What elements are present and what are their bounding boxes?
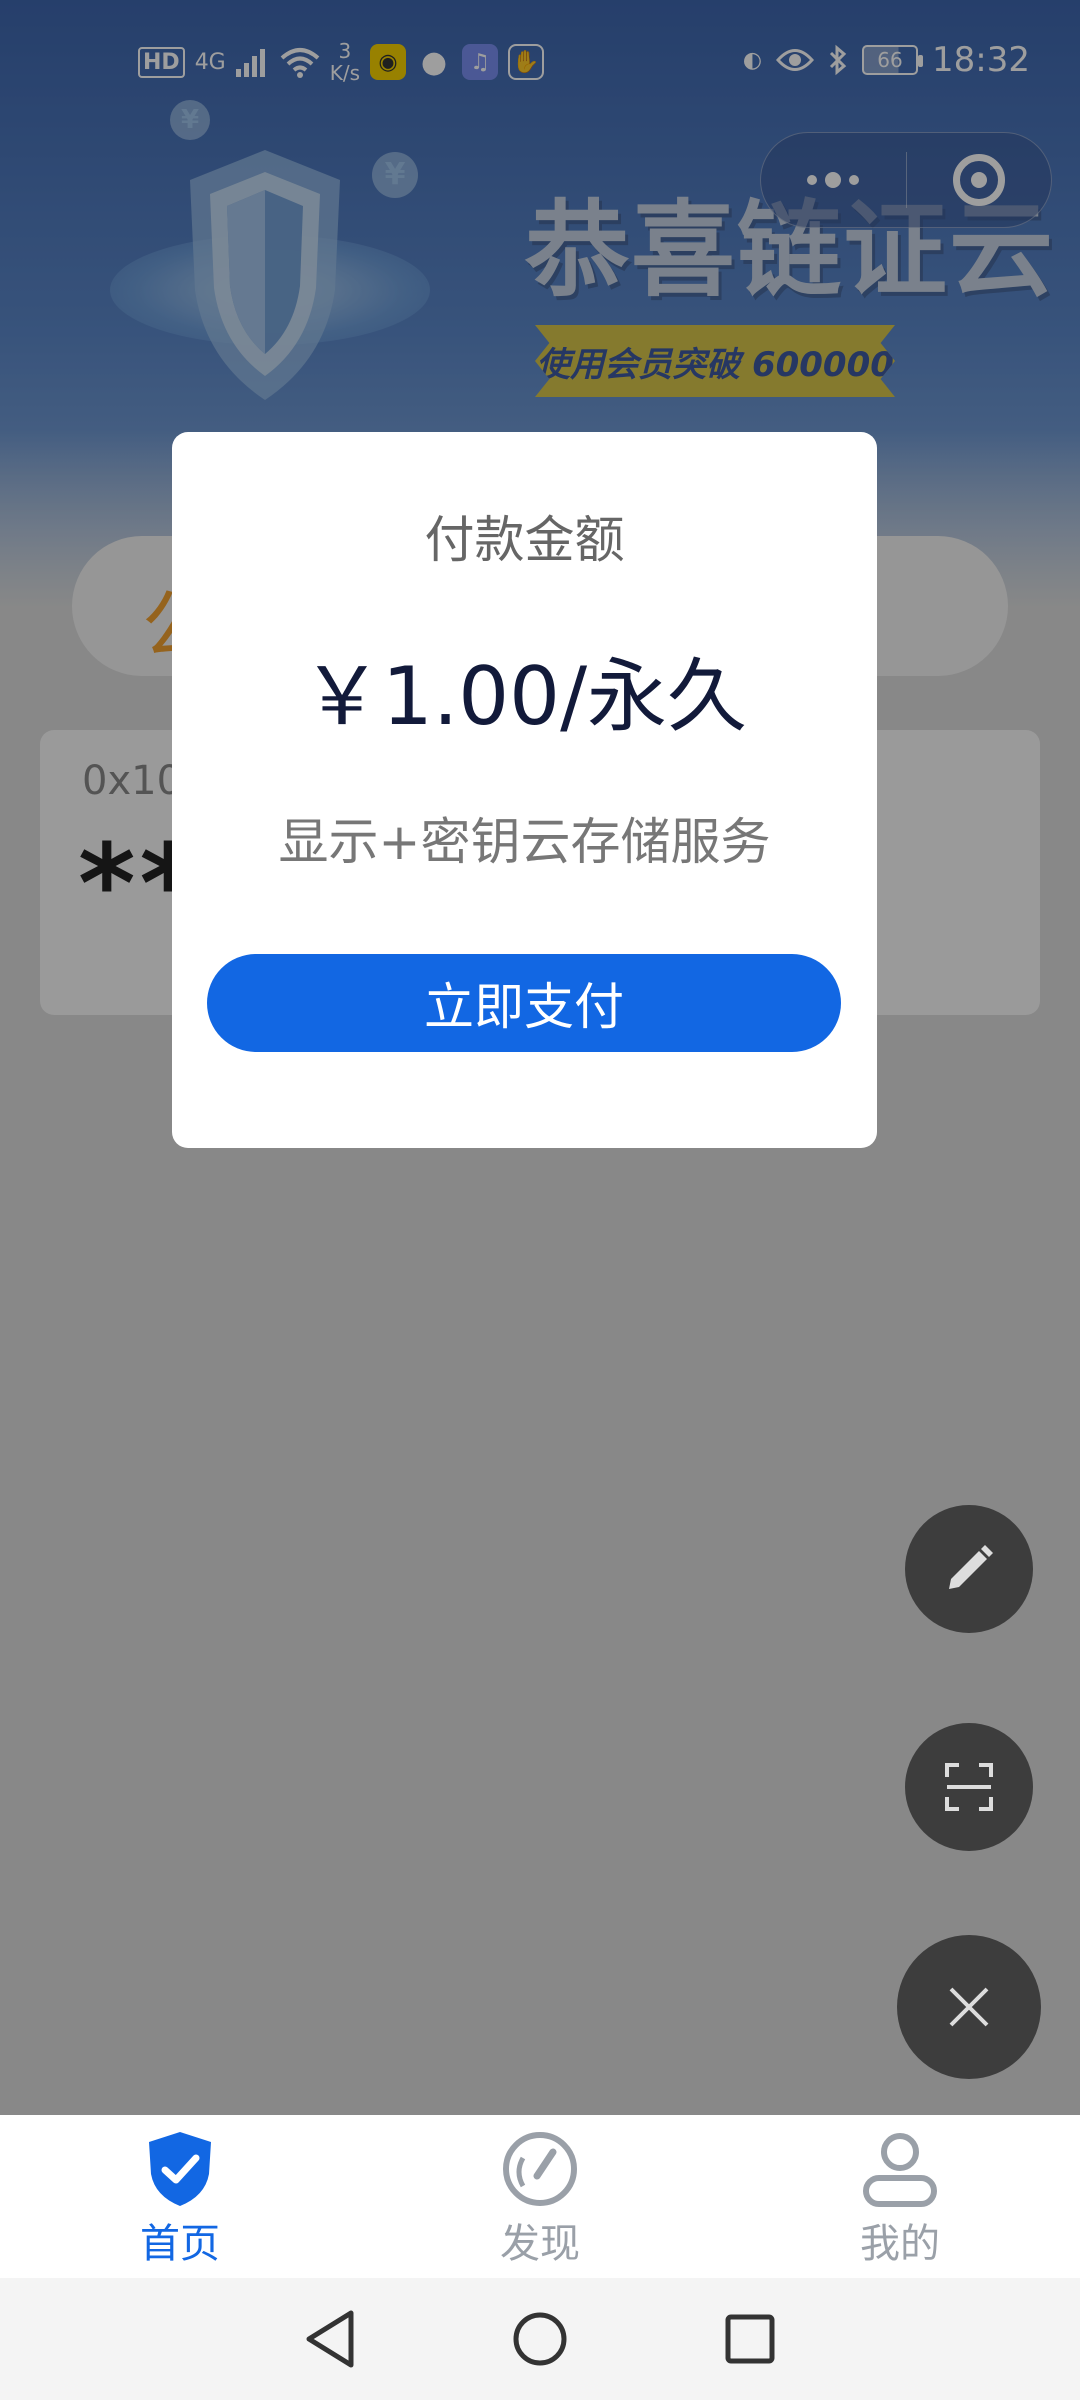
edit-fab[interactable]	[905, 1505, 1033, 1633]
edit-icon	[949, 1545, 993, 1589]
recents-square-icon	[725, 2314, 775, 2364]
tab-label: 首页	[140, 2221, 220, 2267]
service-description: 显示+密钥云存储服务	[278, 813, 771, 871]
scan-fab[interactable]	[905, 1723, 1033, 1851]
close-icon	[949, 1987, 989, 2027]
shield-check-icon	[140, 2129, 220, 2209]
system-nav-bar	[0, 2278, 1080, 2400]
bottom-tab-bar: 首页 发现 我的	[0, 2115, 1080, 2278]
back-button[interactable]	[295, 2304, 365, 2374]
pay-now-button[interactable]: 立即支付	[207, 954, 841, 1052]
dialog-title: 付款金额	[424, 511, 625, 569]
back-icon	[306, 2310, 354, 2368]
home-circle-icon	[513, 2312, 567, 2366]
tab-profile[interactable]: 我的	[720, 2115, 1080, 2278]
tab-discover[interactable]: 发现	[360, 2115, 720, 2278]
tab-label: 我的	[860, 2221, 940, 2267]
user-icon	[860, 2129, 940, 2209]
tab-label: 发现	[500, 2221, 580, 2267]
payment-dialog: 付款金额 ￥1.00/永久 显示+密钥云存储服务 立即支付	[172, 432, 877, 1148]
recents-button[interactable]	[715, 2304, 785, 2374]
scan-icon	[945, 1763, 993, 1811]
payment-price: ￥1.00/永久	[301, 650, 748, 743]
tab-home[interactable]: 首页	[0, 2115, 360, 2278]
close-fab[interactable]	[897, 1935, 1041, 2079]
gauge-icon	[500, 2129, 580, 2209]
home-button[interactable]	[505, 2304, 575, 2374]
